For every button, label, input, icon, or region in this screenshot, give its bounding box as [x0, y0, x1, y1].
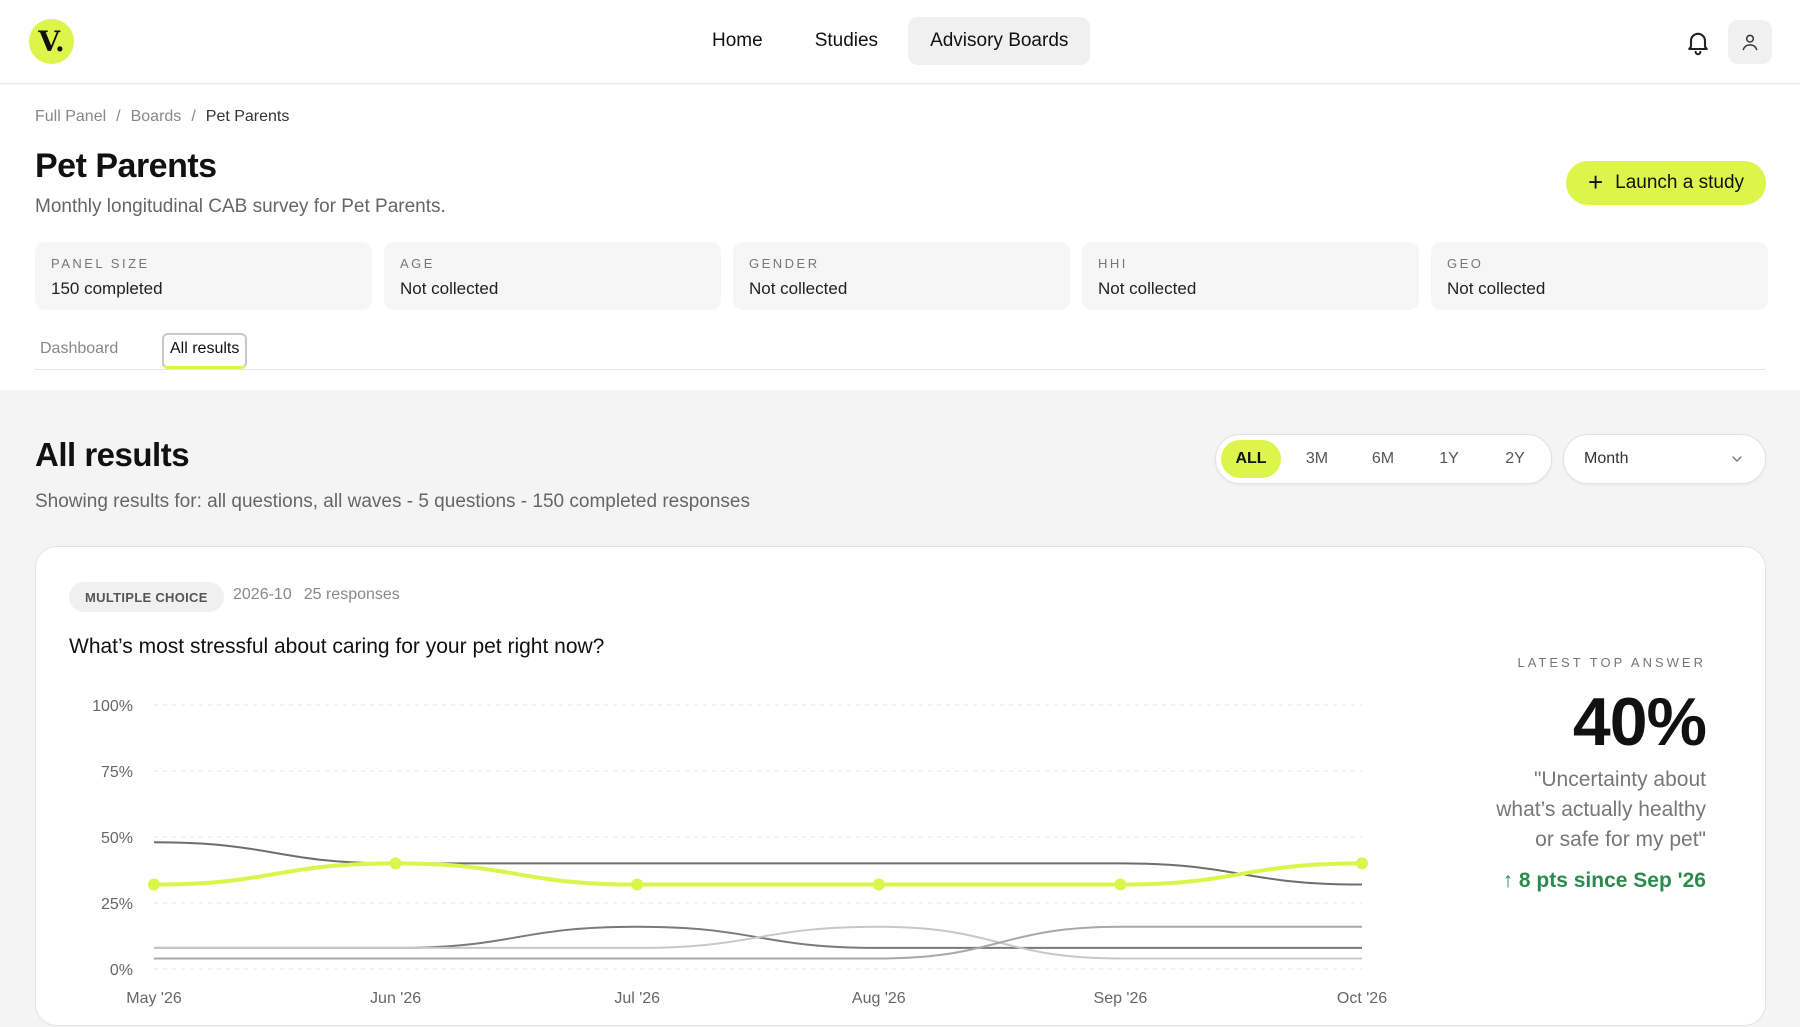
question-result-card: MULTIPLE CHOICE 2026-10 25 responses Wha…	[35, 546, 1766, 1026]
x-tick-label: Aug '26	[852, 990, 906, 1007]
x-tick-label: Jul '26	[614, 990, 660, 1007]
stat-label: PANEL SIZE	[51, 256, 150, 271]
stat-value: 150 completed	[51, 279, 163, 298]
y-tick-label: 75%	[101, 764, 133, 781]
bell-icon[interactable]	[1684, 28, 1712, 56]
series-line	[154, 925, 1362, 960]
data-point	[1356, 857, 1368, 870]
tab-all-results[interactable]: All results	[162, 333, 248, 369]
chevron-down-icon	[1732, 456, 1742, 462]
stat-value: Not collected	[400, 279, 499, 298]
x-tick-label: Sep '26	[1094, 990, 1148, 1007]
board-tabs: Dashboard All results	[35, 330, 1765, 370]
range-3m[interactable]: 3M	[1287, 440, 1347, 478]
panel-stats: PANEL SIZE 150 completed AGE Not collect…	[35, 242, 1768, 310]
stat-panel-size: PANEL SIZE 150 completed	[35, 242, 372, 310]
x-tick-label: Jun '26	[370, 990, 421, 1007]
series-line	[154, 925, 1362, 960]
stat-hhi: HHI Not collected	[1082, 242, 1419, 310]
y-tick-label: 50%	[101, 830, 133, 847]
range-all[interactable]: ALL	[1221, 440, 1281, 478]
series-line	[153, 841, 1363, 886]
launch-study-button[interactable]: + Launch a study	[1566, 161, 1766, 205]
time-range-selector: ALL 3M 6M 1Y 2Y	[1215, 434, 1552, 484]
stat-label: GEO	[1447, 256, 1484, 271]
kpi-delta: ↑ 8 pts since Sep '26	[1336, 869, 1706, 893]
stat-value: Not collected	[1098, 279, 1197, 298]
stat-label: HHI	[1098, 256, 1128, 271]
user-menu-button[interactable]	[1728, 20, 1772, 64]
kpi-top-answer: "Uncertainty about what’s actually healt…	[1496, 768, 1706, 851]
range-1y[interactable]: 1Y	[1419, 440, 1479, 478]
stat-age: AGE Not collected	[384, 242, 721, 310]
nav-studies[interactable]: Studies	[793, 17, 900, 65]
y-tick-label: 0%	[110, 962, 133, 979]
y-tick-label: 100%	[92, 698, 133, 715]
breadcrumb-separator: /	[191, 108, 196, 125]
nav-advisory-boards[interactable]: Advisory Boards	[908, 17, 1091, 65]
tab-dashboard[interactable]: Dashboard	[40, 340, 118, 358]
breadcrumb: Full Panel / Boards / Pet Parents	[35, 108, 289, 126]
stat-value: Not collected	[749, 279, 848, 298]
granularity-value: Month	[1584, 450, 1629, 467]
trend-line-chart: 100% 75% 50% 25% 0% May '26 Jun '26 Jul '26 Aug …	[92, 698, 1387, 1007]
granularity-dropdown[interactable]: Month	[1563, 434, 1766, 484]
stat-value: Not collected	[1447, 279, 1546, 298]
range-6m[interactable]: 6M	[1353, 440, 1413, 478]
results-subtitle: Showing results for: all questions, all …	[35, 491, 750, 512]
y-tick-label: 25%	[101, 896, 133, 913]
user-icon	[1742, 34, 1758, 51]
main-nav: Home Studies Advisory Boards	[690, 17, 1091, 65]
plus-icon: +	[1587, 167, 1604, 197]
kpi-delta-text: 8 pts since Sep '26	[1518, 869, 1706, 892]
results-title: All results	[35, 436, 190, 473]
arrow-up-icon: ↑	[1502, 869, 1519, 892]
data-point	[389, 857, 402, 870]
data-point	[872, 878, 885, 891]
data-point	[148, 878, 160, 891]
data-point	[631, 878, 644, 891]
stat-gender: GENDER Not collected	[733, 242, 1070, 310]
breadcrumb-full-panel[interactable]: Full Panel	[35, 108, 106, 126]
kpi-value: 40%	[1572, 684, 1707, 760]
board-header: Full Panel / Boards / Pet Parents Pet Pa…	[0, 85, 1800, 390]
breadcrumb-boards[interactable]: Boards	[131, 108, 182, 126]
data-point	[1114, 878, 1127, 891]
x-tick-label: Oct '26	[1337, 990, 1387, 1007]
page-title: Pet Parents	[35, 147, 217, 185]
breadcrumb-separator: /	[116, 108, 121, 125]
top-nav-bar: V. Home Studies Advisory Boards	[0, 0, 1800, 84]
logo[interactable]: V.	[29, 19, 74, 64]
stat-label: AGE	[400, 256, 435, 271]
stat-label: GENDER	[749, 256, 820, 271]
x-tick-label: May '26	[126, 990, 182, 1007]
stat-geo: GEO Not collected	[1431, 242, 1768, 310]
page-subtitle: Monthly longitudinal CAB survey for Pet …	[35, 196, 446, 217]
launch-study-label: Launch a study	[1615, 172, 1745, 193]
nav-home[interactable]: Home	[690, 17, 785, 65]
range-2y[interactable]: 2Y	[1485, 440, 1545, 478]
kpi-label: LATEST TOP ANSWER	[1517, 655, 1706, 670]
breadcrumb-current: Pet Parents	[205, 108, 290, 125]
